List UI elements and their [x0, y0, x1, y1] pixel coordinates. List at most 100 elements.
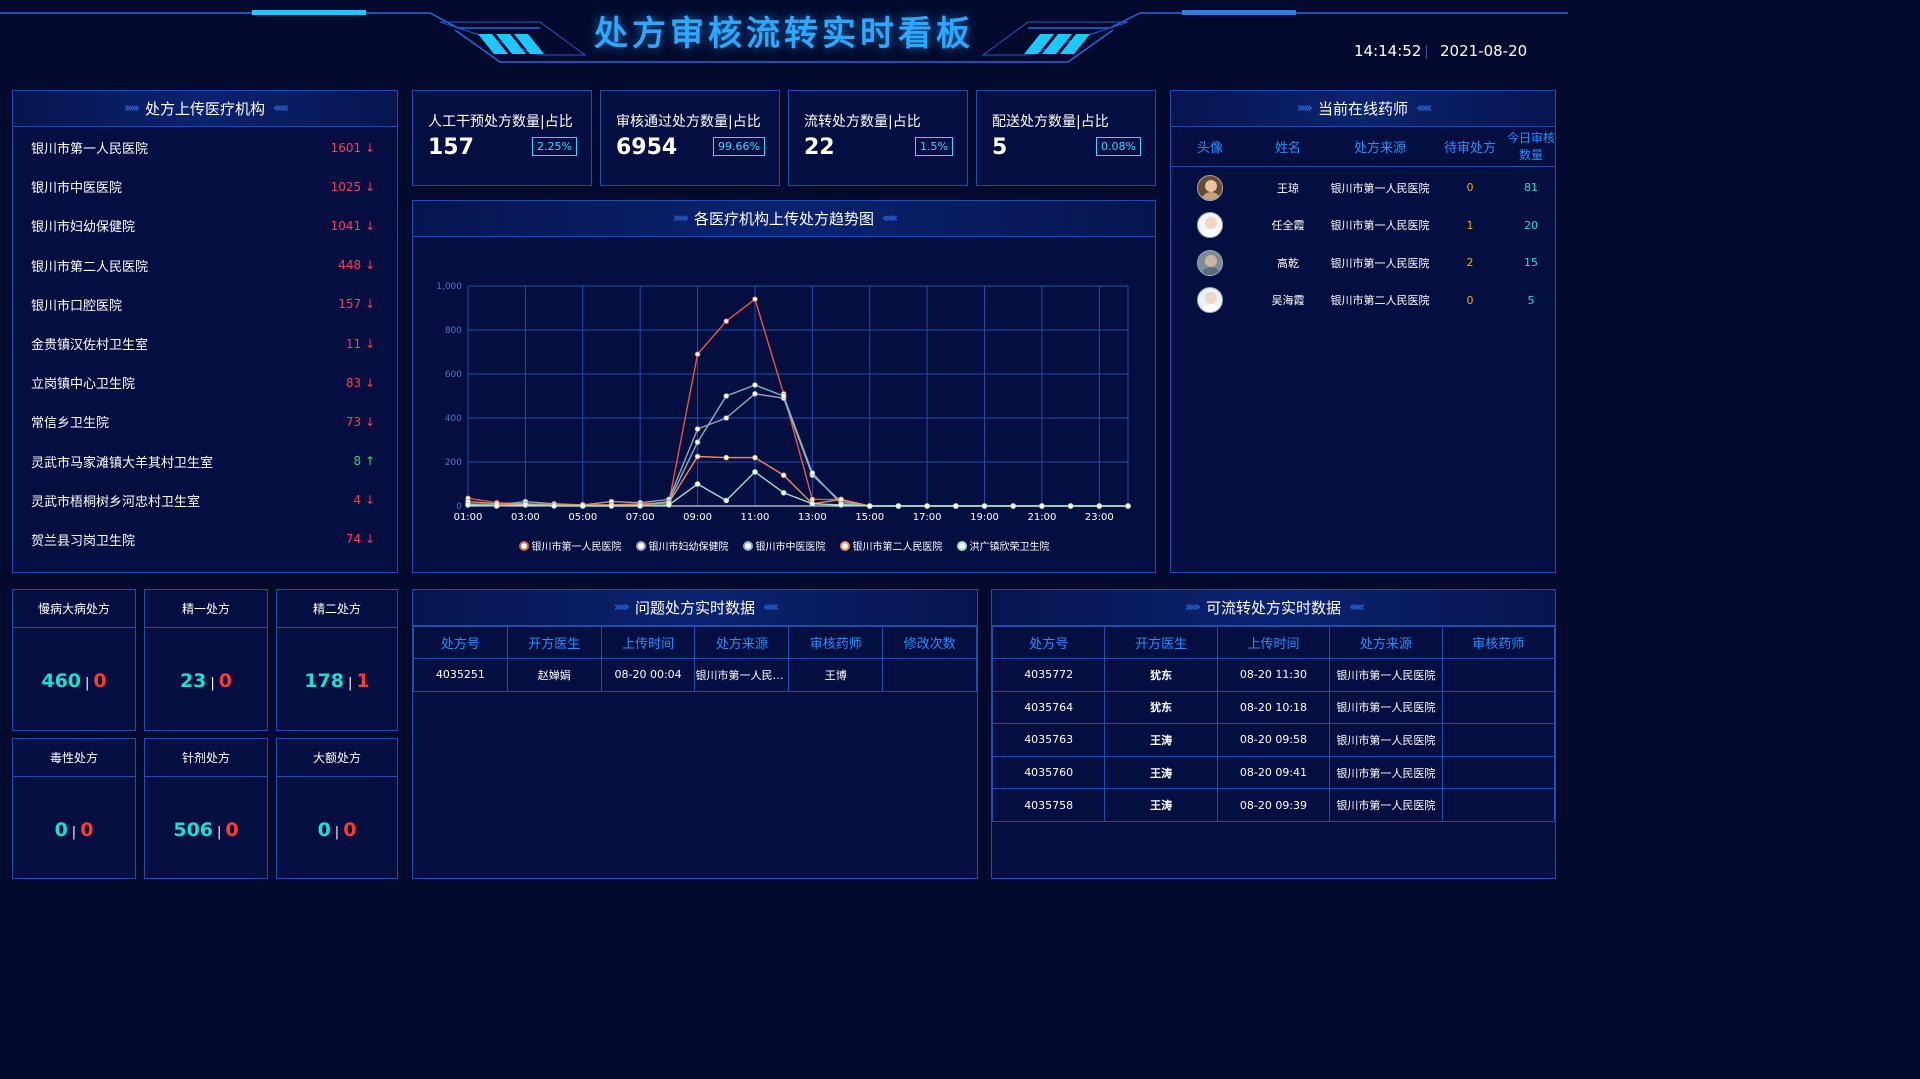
- chevrons-right-icon: ››››››: [123, 101, 140, 116]
- table-cell: 银川市第一人民医院: [1329, 690, 1443, 725]
- legend-item[interactable]: 银川市妇幼保健院: [635, 538, 729, 553]
- pharmacist-name: 高乾: [1277, 256, 1299, 270]
- data-point: [895, 503, 902, 509]
- legend-label: 银川市妇幼保健院: [648, 542, 729, 553]
- table-row[interactable]: 4035764 犹东 08-20 10:18 银川市第一人民医院: [991, 690, 1556, 725]
- pharmacist-source: 银川市第二人民医院: [1330, 294, 1430, 308]
- legend-item[interactable]: 银川市第二人民医院: [839, 538, 943, 553]
- legend-item[interactable]: 银川市中医医院: [742, 538, 826, 553]
- institution-row: 银川市妇幼保健院 1041 ↓: [13, 206, 397, 245]
- category-card: 大额处方 0 | 0: [276, 738, 398, 879]
- column-header: 处方号: [991, 626, 1106, 659]
- institution-name: 银川市口腔医院: [31, 298, 123, 314]
- table-row[interactable]: 4035763 王涛 08-20 09:58 银川市第一人民医院: [991, 723, 1556, 757]
- institution-count-value: 1601: [330, 140, 362, 155]
- table-cell: 犹东: [1104, 658, 1218, 692]
- table-row[interactable]: 4035760 王涛 08-20 09:41 银川市第一人民医院: [991, 755, 1556, 790]
- today-count: 15: [1524, 256, 1538, 270]
- x-tick-label: 01:00: [454, 512, 483, 523]
- table-cell: [1441, 755, 1556, 790]
- data-point: [981, 503, 988, 509]
- category-label: 针剂处方: [145, 739, 267, 777]
- data-point: [1039, 503, 1045, 509]
- data-point: [493, 503, 500, 509]
- table-cell: 4035758: [991, 788, 1106, 822]
- legend-marker-icon: [742, 541, 753, 551]
- data-point: [780, 393, 787, 399]
- table-cell: 银川市第一人民医院: [1329, 658, 1443, 692]
- transfer-title: 可流转处方实时数据: [1205, 599, 1341, 617]
- category-label: 大额处方: [277, 739, 397, 777]
- stat-value: 5: [992, 135, 1008, 160]
- institution-count: 1025 ↓: [331, 180, 375, 194]
- institution-row: 立岗镇中心卫生院 83 ↓: [13, 363, 397, 402]
- category-primary-value: 460: [41, 670, 82, 692]
- table-cell: 4035764: [991, 690, 1106, 725]
- legend-item[interactable]: 洪广镇欣荣卫生院: [956, 538, 1050, 553]
- male-avatar-icon: [1197, 249, 1223, 276]
- institutions-list: 银川市第一人民医院 1601 ↓ 银川市中医医院 1025 ↓ 银川市妇幼保健院 1041…: [13, 127, 397, 559]
- institution-count-value: 157: [338, 297, 362, 312]
- table-cell: [1441, 788, 1556, 822]
- table-cell: 4035772: [991, 658, 1106, 692]
- stat-percent-badge: 2.25%: [532, 137, 577, 156]
- table-cell: 08-20 00:04: [600, 658, 696, 692]
- nurse-avatar-icon: [1197, 287, 1223, 314]
- category-values: 0 | 0: [277, 819, 397, 841]
- category-secondary-value: 0: [93, 670, 107, 692]
- data-point: [838, 496, 844, 503]
- avatar-face: [1205, 217, 1217, 230]
- data-point: [838, 502, 844, 508]
- category-label: 精一处方: [145, 590, 267, 628]
- arrow-down-icon: ↓: [364, 414, 375, 429]
- legend-item[interactable]: 银川市第一人民医院: [518, 538, 622, 553]
- y-tick-label: 0: [456, 502, 462, 512]
- chevrons-left-icon: ‹‹‹‹‹‹: [1349, 600, 1365, 615]
- value-separator: |: [71, 825, 77, 840]
- data-point: [723, 415, 730, 421]
- institution-row: 灵武市马家滩镇大羊其村卫生室 8 ↑: [13, 442, 397, 481]
- table-row[interactable]: 4035772 犹东 08-20 11:30 银川市第一人民医院: [991, 658, 1556, 692]
- data-point: [809, 500, 816, 507]
- institution-count-value: 73: [345, 414, 362, 429]
- avatar-body: [1201, 191, 1221, 200]
- pharmacists-rows: 王琼 银川市第一人民医院 0 81 任全霞 银川市第一人民医院 1 20 高乾 银川市第一人民医院…: [1171, 167, 1555, 319]
- x-tick-label: 15:00: [855, 512, 884, 523]
- institution-count: 73 ↓: [346, 415, 375, 429]
- data-point: [809, 470, 816, 476]
- table-row[interactable]: 4035758 王涛 08-20 09:39 银川市第一人民医院: [991, 788, 1556, 822]
- arrow-down-icon: ↓: [364, 336, 375, 351]
- column-header: 开方医生: [1104, 626, 1218, 659]
- data-point: [608, 503, 615, 509]
- institution-count: 4 ↓: [353, 493, 375, 507]
- arrow-down-icon: ↓: [364, 297, 375, 312]
- pending-count: 0: [1466, 293, 1474, 307]
- column-header: 审核药师: [1441, 626, 1556, 659]
- column-header: 处方来源: [1329, 626, 1443, 659]
- data-point: [1096, 503, 1103, 509]
- pharmacists-panel-header: ›››››› 当前在线药师 ‹‹‹‹‹‹: [1171, 91, 1555, 127]
- institutions-title: 处方上传医疗机构: [144, 100, 265, 118]
- chevrons-right-icon: ››››››: [1296, 101, 1313, 116]
- institution-name: 常信乡卫生院: [31, 416, 110, 432]
- category-primary-value: 23: [179, 670, 207, 692]
- avatar-face: [1205, 254, 1217, 267]
- category-label: 精二处方: [277, 590, 397, 628]
- institution-count: 74 ↓: [346, 532, 375, 546]
- x-tick-label: 17:00: [913, 512, 942, 523]
- column-header: 开方医生: [506, 626, 602, 659]
- data-point: [694, 426, 701, 432]
- pharmacist-name: 吴海霞: [1271, 294, 1305, 308]
- col-avatar: 头像: [1196, 141, 1223, 156]
- header-divider: [1426, 45, 1427, 59]
- category-secondary-value: 1: [356, 670, 370, 692]
- arrow-down-icon: ↓: [364, 493, 375, 508]
- pharmacists-title: 当前在线药师: [1317, 100, 1408, 118]
- pharmacist-source: 银川市第一人民医院: [1330, 219, 1430, 233]
- data-point: [694, 351, 701, 357]
- transfer-panel-header: ›››››› 可流转处方实时数据 ‹‹‹‹‹‹: [992, 590, 1555, 626]
- legend-label: 洪广镇欣荣卫生院: [969, 542, 1050, 553]
- table-row[interactable]: 4035251 赵婵娟 08-20 00:04 银川市第一人民医院 王博: [413, 658, 977, 692]
- legend-label: 银川市中医医院: [755, 542, 826, 553]
- data-point: [953, 503, 959, 509]
